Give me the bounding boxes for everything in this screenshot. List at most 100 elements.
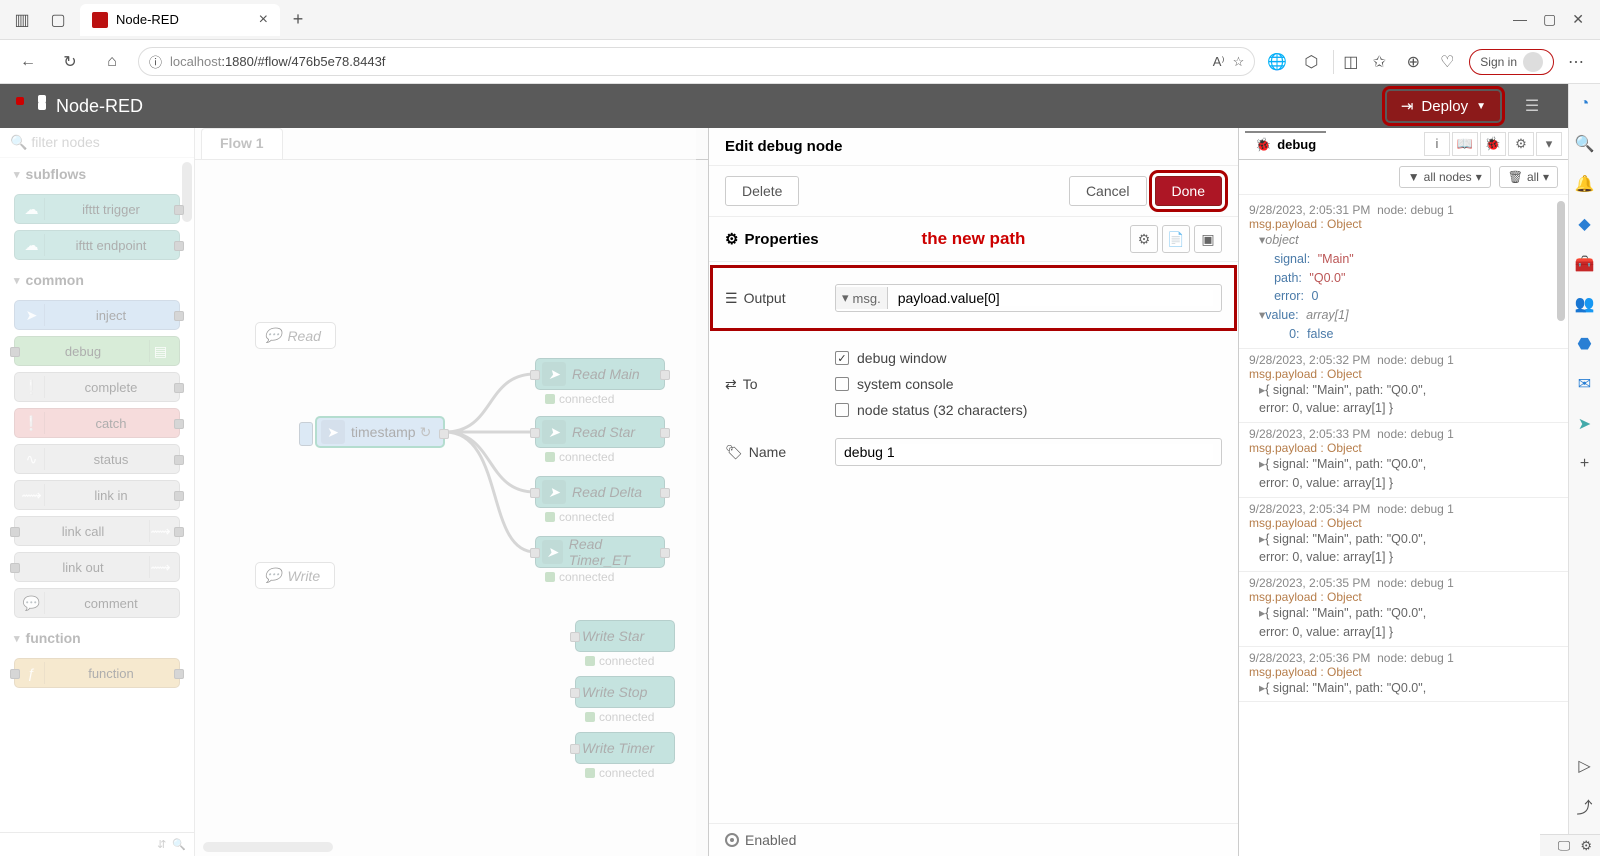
workspace-tab-flow1[interactable]: Flow 1: [201, 128, 283, 159]
back-button[interactable]: ←: [12, 46, 44, 78]
clear-debug-button[interactable]: 🗑all▾: [1499, 166, 1558, 188]
palette-category-function[interactable]: function: [0, 622, 194, 654]
deploy-button[interactable]: ⇥ Deploy ▼: [1387, 91, 1500, 121]
flow-node-write-stop[interactable]: Write Stop: [575, 676, 675, 708]
favorite-icon[interactable]: ☆: [1233, 54, 1245, 70]
palette-collapse-icon[interactable]: ⇵: [157, 838, 166, 851]
canvas-scrollbar-h[interactable]: [203, 842, 333, 852]
node-appearance-icon[interactable]: ▣: [1194, 225, 1222, 253]
debug-tab[interactable]: 🐞debug: [1245, 131, 1326, 157]
palette-node-comment[interactable]: 💬comment: [14, 588, 180, 618]
status-monitor-icon[interactable]: 🖵: [1558, 838, 1571, 854]
new-tab-button[interactable]: +: [284, 6, 312, 34]
flow-node-write-timer[interactable]: Write Timer: [575, 732, 675, 764]
more-icon[interactable]: ⋯: [1564, 50, 1588, 74]
home-button[interactable]: ⌂: [96, 46, 128, 78]
browser-tab[interactable]: Node-RED ×: [80, 4, 280, 36]
output-path-field[interactable]: [898, 290, 1213, 306]
close-window-icon[interactable]: ✕: [1572, 11, 1584, 28]
cancel-button[interactable]: Cancel: [1069, 176, 1147, 206]
status-gear-icon[interactable]: ⚙: [1580, 838, 1592, 854]
signin-button[interactable]: Sign in: [1469, 49, 1554, 75]
flow-node-read-timer[interactable]: ➤Read Timer_ET: [535, 536, 665, 568]
palette-node-linkcall[interactable]: link call⟿: [14, 516, 180, 546]
debug-tab-icon[interactable]: 🐞: [1480, 132, 1506, 156]
add-sidebar-icon[interactable]: +: [1575, 454, 1595, 474]
tools-icon[interactable]: ◆: [1575, 214, 1595, 234]
done-button[interactable]: Done: [1155, 176, 1222, 206]
favorites-icon[interactable]: ✩: [1367, 50, 1391, 74]
tab-actions-icon[interactable]: ▢: [44, 6, 72, 34]
outlook-icon[interactable]: ✉: [1575, 374, 1595, 394]
refresh-button[interactable]: ↻: [54, 46, 86, 78]
extensions-icon[interactable]: ⬡: [1299, 50, 1323, 74]
palette-node-inject[interactable]: ➤inject: [14, 300, 180, 330]
palette-node-catch[interactable]: ❕catch: [14, 408, 180, 438]
name-field[interactable]: [844, 444, 1213, 460]
flow-canvas[interactable]: 💬Read 💬Write ➤ timestamp ↻ ➤Read Main co…: [195, 160, 708, 856]
flow-node-read-main[interactable]: ➤Read Main: [535, 358, 665, 390]
palette-node-complete[interactable]: ❕complete: [14, 372, 180, 402]
checkbox-debug-window[interactable]: ✓: [835, 351, 849, 365]
comment-node-write[interactable]: 💬Write: [255, 562, 335, 589]
output-input[interactable]: ▾msg.: [835, 284, 1222, 312]
deploy-caret-icon[interactable]: ▼: [1476, 101, 1486, 112]
help-tab-icon[interactable]: 📖: [1452, 132, 1478, 156]
browser-essentials-icon[interactable]: ♡: [1435, 50, 1459, 74]
palette-search[interactable]: 🔍 filter nodes: [0, 128, 194, 158]
ie-mode-icon[interactable]: 🌐: [1265, 50, 1289, 74]
avatar-icon: [1523, 52, 1543, 72]
palette-node-function[interactable]: ƒfunction: [14, 658, 180, 688]
palette-node-linkout[interactable]: link out⟿: [14, 552, 180, 582]
dropdown-tab-icon[interactable]: ▾: [1536, 132, 1562, 156]
send-icon[interactable]: ➤: [1575, 414, 1595, 434]
palette-node-status[interactable]: ∿status: [14, 444, 180, 474]
palette-node-linkin[interactable]: ⟿link in: [14, 480, 180, 510]
bell-icon[interactable]: 🔔: [1575, 174, 1595, 194]
flow-node-read-star[interactable]: ➤Read Star: [535, 416, 665, 448]
config-tab-icon[interactable]: ⚙: [1508, 132, 1534, 156]
palette-category-subflows[interactable]: subflows: [0, 158, 194, 190]
collections-icon[interactable]: ⊕: [1401, 50, 1425, 74]
site-info-icon[interactable]: ⓘ: [149, 52, 162, 71]
debug-scrollbar[interactable]: [1557, 201, 1565, 321]
palette-category-common[interactable]: common: [0, 264, 194, 296]
tab-close-icon[interactable]: ×: [259, 11, 268, 29]
output-type-selector[interactable]: ▾msg.: [836, 287, 888, 309]
checkbox-system-console[interactable]: [835, 377, 849, 391]
people-icon[interactable]: 👥: [1575, 294, 1595, 314]
minimize-icon[interactable]: —: [1513, 11, 1527, 28]
shopping-icon[interactable]: 🧰: [1575, 254, 1595, 274]
palette-node-ifttt-trigger[interactable]: ☁ifttt trigger: [14, 194, 180, 224]
info-tab-icon[interactable]: i: [1424, 132, 1450, 156]
flow-node-write-star[interactable]: Write Star: [575, 620, 675, 652]
palette-node-debug[interactable]: debug▤: [14, 336, 180, 366]
statusbar: 🖵 ⚙: [1540, 834, 1600, 856]
vertical-tabs-icon[interactable]: ▥: [8, 6, 36, 34]
maximize-icon[interactable]: ▢: [1543, 11, 1556, 28]
search-icon[interactable]: 🔍: [1575, 134, 1595, 154]
nodered-favicon-icon: [92, 12, 108, 28]
inject-node-timestamp[interactable]: ➤ timestamp ↻: [315, 416, 445, 448]
copilot-icon[interactable]: ◔: [1575, 94, 1595, 114]
delete-button[interactable]: Delete: [725, 176, 799, 206]
office-icon[interactable]: ⬣: [1575, 334, 1595, 354]
palette-search-icon[interactable]: 🔍: [172, 838, 186, 851]
hide-sidebar-icon[interactable]: ▷: [1575, 756, 1595, 776]
read-aloud-icon[interactable]: A⁾: [1213, 54, 1225, 70]
node-settings-icon[interactable]: ⚙: [1130, 225, 1158, 253]
main-menu-button[interactable]: ☰: [1512, 86, 1552, 126]
split-pane-icon[interactable]: ◫: [1333, 50, 1357, 74]
node-description-icon[interactable]: 📄: [1162, 225, 1190, 253]
url-bar[interactable]: ⓘ localhost:1880/#flow/476b5e78.8443f A⁾…: [138, 47, 1255, 76]
node-status: connected: [545, 570, 614, 584]
flow-node-read-delta[interactable]: ➤Read Delta: [535, 476, 665, 508]
enabled-toggle[interactable]: [725, 833, 739, 847]
inject-button[interactable]: [299, 422, 313, 446]
sidebar-link-icon[interactable]: ⤴: [1575, 796, 1595, 816]
comment-node-read[interactable]: 💬Read: [255, 322, 336, 349]
palette-node-ifttt-endpoint[interactable]: ☁ifttt endpoint: [14, 230, 180, 260]
filter-nodes-button[interactable]: ▼all nodes▾: [1399, 166, 1491, 188]
checkbox-node-status[interactable]: [835, 403, 849, 417]
debug-messages[interactable]: 9/28/2023, 2:05:31 PM node: debug 1 msg.…: [1239, 195, 1568, 856]
